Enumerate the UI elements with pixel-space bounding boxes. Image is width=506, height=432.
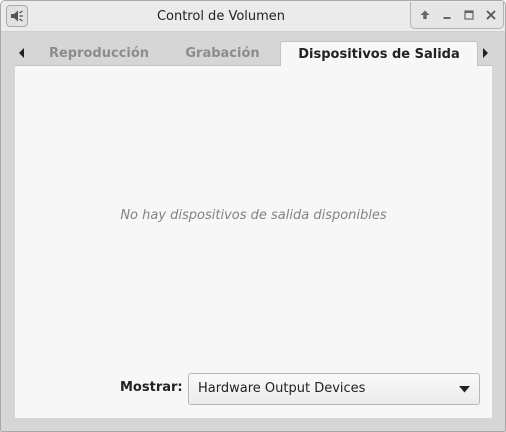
output-devices-page: No hay dispositivos de salida disponible… — [15, 66, 492, 418]
device-notebook: Reproducción Grabación Dispositivos de S… — [15, 41, 492, 418]
arrow-up-icon — [420, 10, 430, 19]
tab-recording[interactable]: Grabación — [175, 43, 270, 65]
chevron-right-icon — [483, 48, 488, 58]
tab-scroll-right-button[interactable] — [478, 41, 492, 65]
close-button[interactable] — [483, 7, 499, 23]
tab-bar: Reproducción Grabación Dispositivos de S… — [15, 41, 492, 66]
tab-playback[interactable]: Reproducción — [33, 43, 165, 65]
minimize-icon — [443, 17, 451, 19]
volume-control-window: Control de Volumen Reproducción Grabació… — [0, 0, 506, 432]
shade-button[interactable] — [417, 7, 433, 23]
show-devices-dropdown[interactable]: Hardware Output Devices — [188, 373, 480, 405]
minimize-button[interactable] — [439, 7, 455, 23]
tab-scroll-left-button[interactable] — [15, 41, 29, 65]
maximize-button[interactable] — [461, 7, 477, 23]
window-controls — [410, 2, 504, 29]
maximize-icon — [464, 10, 474, 20]
chevron-down-icon — [459, 386, 470, 393]
show-label: Mostrar: — [120, 380, 183, 395]
tab-output-devices[interactable]: Dispositivos de Salida — [280, 41, 478, 66]
close-icon — [486, 10, 496, 20]
dropdown-selected-value: Hardware Output Devices — [198, 381, 366, 396]
window-title: Control de Volumen — [156, 9, 286, 24]
titlebar[interactable]: Control de Volumen — [1, 1, 505, 32]
chevron-left-icon — [19, 48, 24, 58]
empty-devices-message: No hay dispositivos de salida disponible… — [120, 208, 387, 223]
